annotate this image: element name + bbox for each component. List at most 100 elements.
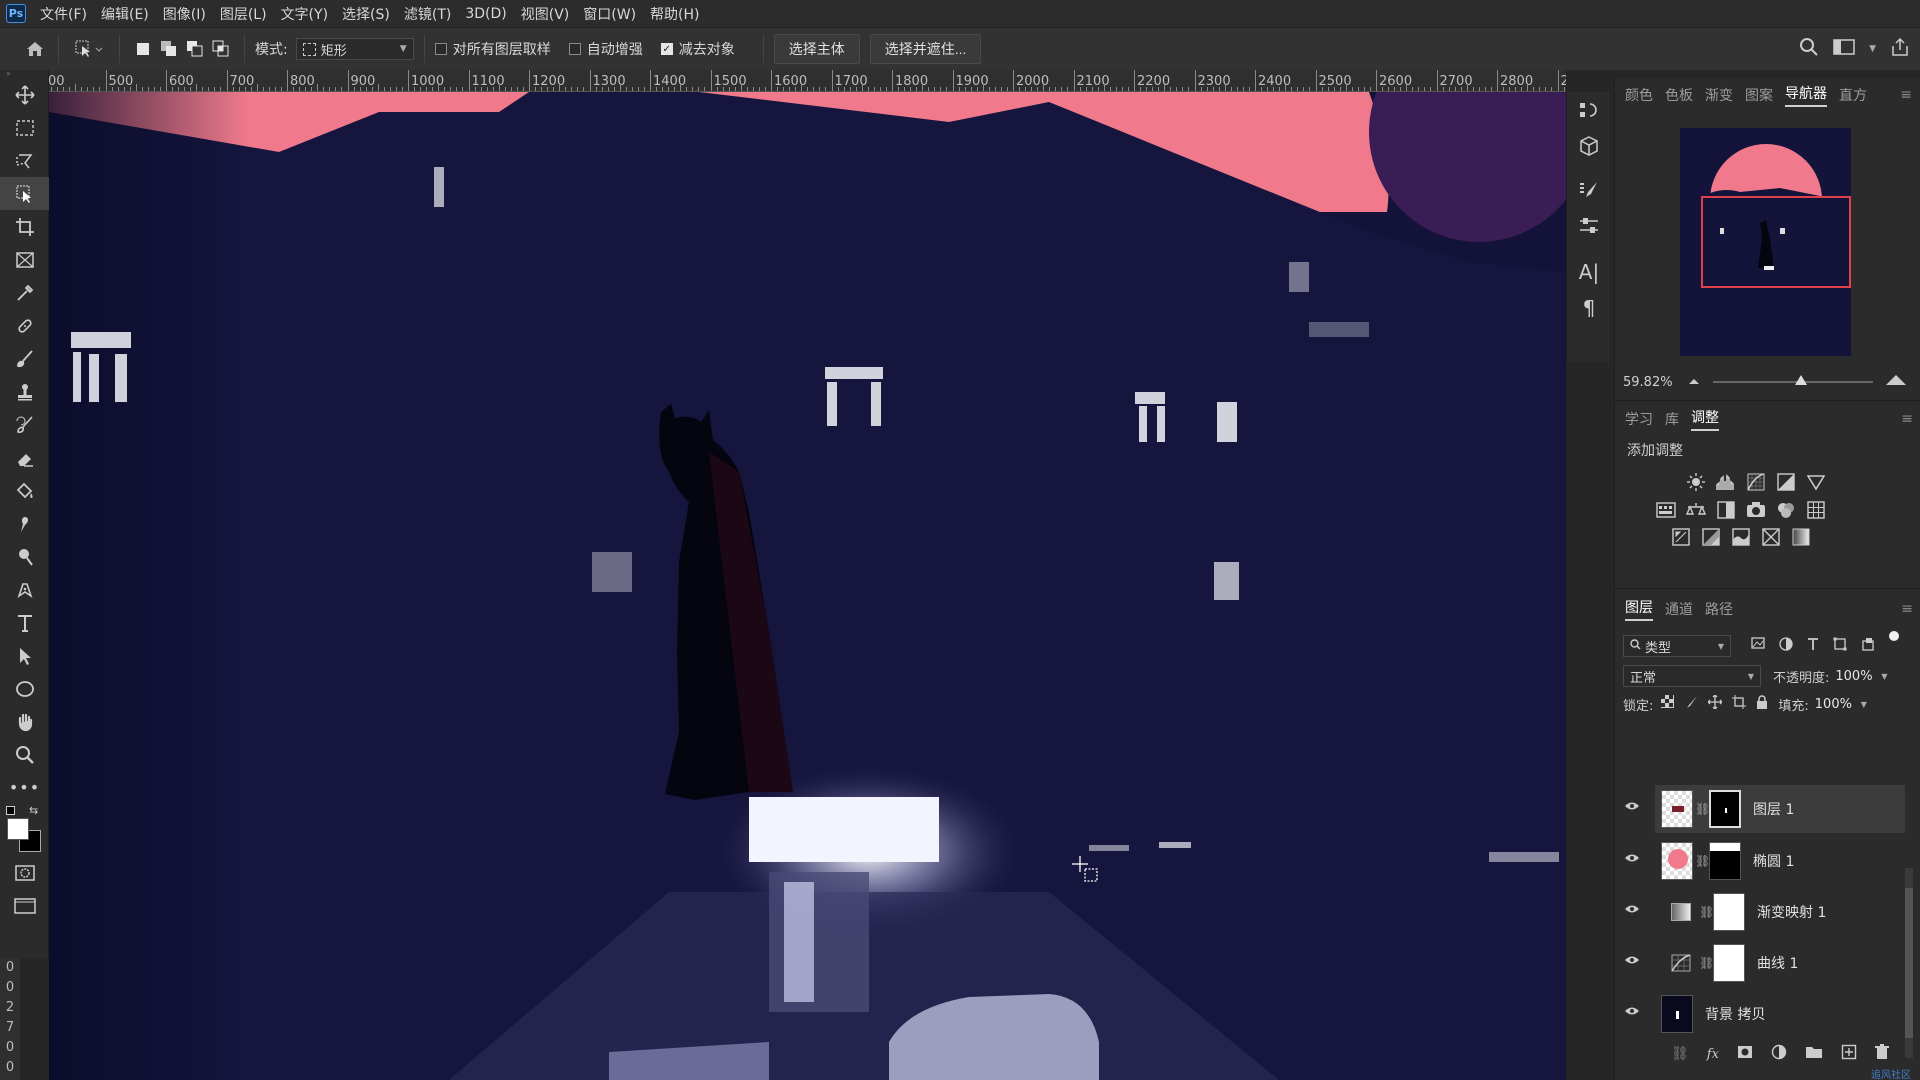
tab-navigator[interactable]: 导航器 (1785, 83, 1827, 107)
crop-tool-icon[interactable] (0, 210, 49, 243)
select-and-mask-button[interactable]: 选择并遮住... (869, 34, 982, 64)
eraser-tool-icon[interactable] (0, 441, 49, 474)
search-icon[interactable] (1799, 37, 1819, 61)
selective-color-icon[interactable] (1760, 526, 1781, 547)
fill-input[interactable]: 100% (1815, 697, 1855, 712)
menu-view[interactable]: 视图(V) (521, 4, 570, 24)
subtract-object-checkbox[interactable]: ✓ (660, 43, 673, 55)
tab-adjustments[interactable]: 调整 (1691, 407, 1719, 431)
screen-mode-icon[interactable] (0, 889, 49, 922)
invert-icon[interactable] (1670, 526, 1691, 547)
zoom-out-icon[interactable] (1687, 375, 1701, 390)
new-selection-icon[interactable] (130, 36, 156, 62)
quick-mask-icon[interactable] (0, 856, 49, 889)
subtract-object-option[interactable]: ✓ 减去对象 (660, 39, 735, 59)
blend-mode-dropdown[interactable]: 正常 ▼ (1623, 665, 1761, 687)
pen-tool-icon[interactable] (0, 573, 49, 606)
workspace-icon[interactable] (1833, 38, 1855, 60)
visibility-eye-icon[interactable] (1623, 797, 1641, 815)
delete-layer-trash-icon[interactable] (1874, 1044, 1889, 1064)
lock-pixels-icon[interactable] (1684, 695, 1698, 713)
intersect-selection-icon[interactable] (208, 36, 234, 62)
menu-filter[interactable]: 滤镜(T) (404, 4, 451, 24)
filter-smart-object-icon[interactable] (1861, 637, 1875, 655)
layer-row[interactable]: ⛓ 渐变映射 1 (1625, 888, 1905, 936)
lasso-tool-icon[interactable] (0, 144, 49, 177)
tab-channels[interactable]: 通道 (1665, 599, 1693, 619)
path-selection-tool-icon[interactable] (0, 639, 49, 672)
tab-swatches[interactable]: 色板 (1665, 85, 1693, 105)
brightness-contrast-icon[interactable] (1685, 471, 1706, 492)
panel-menu-icon[interactable]: ≡ (1900, 87, 1912, 103)
filter-adjustment-icon[interactable] (1779, 637, 1793, 655)
ellipse-tool-icon[interactable] (0, 672, 49, 705)
dodge-tool-icon[interactable] (0, 540, 49, 573)
healing-brush-tool-icon[interactable] (0, 309, 49, 342)
filter-pixel-icon[interactable] (1751, 637, 1765, 655)
brush-settings-icon[interactable] (1567, 172, 1611, 208)
panel-collapse-icon[interactable]: » (0, 70, 48, 78)
layer-row[interactable]: 背景 拷贝 (1625, 990, 1905, 1038)
photo-filter-icon[interactable] (1745, 499, 1766, 520)
tab-color[interactable]: 颜色 (1625, 85, 1653, 105)
gradient-map-icon[interactable] (1790, 526, 1811, 547)
lock-position-icon[interactable] (1707, 694, 1723, 713)
visibility-eye-icon[interactable] (1623, 1002, 1641, 1020)
layers-panel-menu-icon[interactable]: ≡ (1901, 601, 1913, 617)
visibility-eye-icon[interactable] (1623, 849, 1641, 867)
new-fill-adjustment-icon[interactable] (1771, 1044, 1787, 1064)
layer-row[interactable]: ⛓ 椭圆 1 (1625, 837, 1905, 885)
navigator-thumbnail[interactable] (1680, 128, 1851, 356)
sample-all-layers-checkbox[interactable] (434, 43, 447, 55)
threshold-icon[interactable] (1730, 526, 1751, 547)
layer-name[interactable]: 渐变映射 1 (1757, 902, 1826, 922)
zoom-slider-thumb[interactable] (1794, 375, 1807, 385)
layer-mask-thumbnail[interactable] (1709, 790, 1741, 828)
posterize-icon[interactable] (1700, 526, 1721, 547)
eyedropper-tool-icon[interactable] (0, 276, 49, 309)
tab-gradients[interactable]: 渐变 (1705, 85, 1733, 105)
type-tool-icon[interactable] (0, 606, 49, 639)
link-layers-icon[interactable]: ⛓ (1671, 1046, 1689, 1062)
navigator-view-frame[interactable] (1701, 196, 1851, 288)
menu-type[interactable]: 文字(Y) (281, 4, 328, 24)
auto-enhance-checkbox[interactable] (568, 43, 581, 55)
new-group-folder-icon[interactable] (1805, 1045, 1823, 1063)
subtract-from-selection-icon[interactable] (182, 36, 208, 62)
3d-object-icon[interactable] (1567, 128, 1611, 164)
tab-paths[interactable]: 路径 (1705, 599, 1733, 619)
menu-window[interactable]: 窗口(W) (583, 4, 636, 24)
brush-tool-icon[interactable] (0, 342, 49, 375)
adjustments-sliders-icon[interactable] (1567, 208, 1611, 244)
mask-link-icon[interactable]: ⛓ (1699, 905, 1714, 919)
tab-patterns[interactable]: 图案 (1745, 85, 1773, 105)
auto-enhance-option[interactable]: 自动增强 (568, 39, 643, 59)
marquee-tool-icon[interactable] (0, 111, 49, 144)
zoom-slider[interactable] (1712, 375, 1873, 385)
tab-histogram[interactable]: 直方 (1839, 85, 1867, 105)
document-canvas[interactable] (49, 92, 1566, 1080)
color-swatches[interactable]: ⇆ (0, 804, 48, 856)
new-layer-icon[interactable] (1841, 1044, 1857, 1064)
layers-scrollbar[interactable] (1905, 868, 1913, 1058)
opacity-chevron-icon[interactable]: ▼ (1881, 672, 1887, 681)
opacity-input[interactable]: 100% (1835, 669, 1875, 684)
lock-transparent-icon[interactable] (1661, 695, 1675, 713)
channel-mixer-icon[interactable] (1775, 499, 1796, 520)
hand-tool-icon[interactable] (0, 705, 49, 738)
more-tools-icon[interactable]: ••• (0, 771, 49, 804)
paint-bucket-tool-icon[interactable] (0, 474, 49, 507)
layers-scrollbar-thumb[interactable] (1905, 888, 1913, 1038)
hue-saturation-icon[interactable] (1655, 499, 1676, 520)
curves-icon[interactable] (1745, 471, 1766, 492)
layer-row[interactable]: ⛓ 图层 1 (1625, 785, 1905, 833)
select-subject-button[interactable]: 选择主体 (773, 34, 860, 64)
tab-learn[interactable]: 学习 (1625, 409, 1653, 429)
sample-all-layers-option[interactable]: 对所有图层取样 (434, 39, 551, 59)
layer-filter-dropdown[interactable]: 类型 ▼ (1623, 635, 1731, 657)
menu-image[interactable]: 图像(I) (163, 4, 206, 24)
layer-mask-thumbnail[interactable] (1713, 944, 1745, 982)
menu-edit[interactable]: 编辑(E) (101, 4, 149, 24)
clone-stamp-tool-icon[interactable] (0, 375, 49, 408)
layer-name[interactable]: 椭圆 1 (1753, 851, 1794, 871)
